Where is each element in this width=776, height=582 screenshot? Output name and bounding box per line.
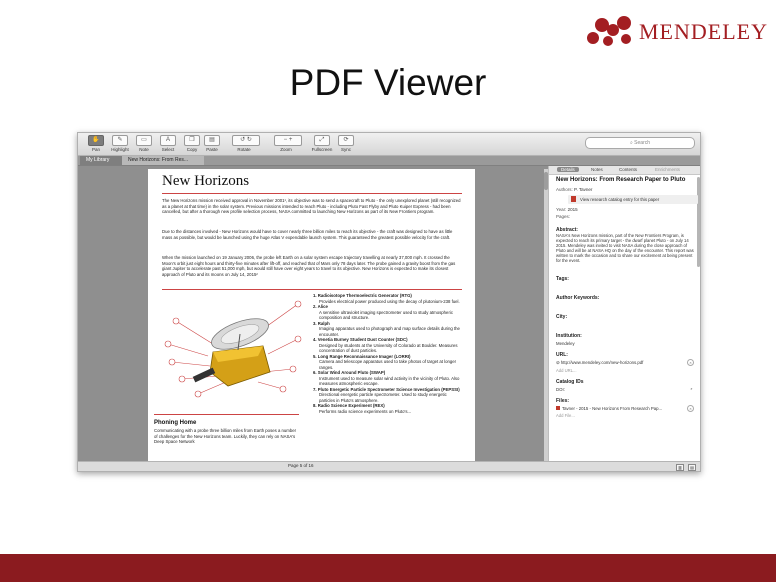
pdf-paragraph: The New Horizons mission received approv… <box>162 198 461 215</box>
text-select-icon: A <box>160 135 176 146</box>
mendeley-wordmark: MENDELEY <box>639 19 768 44</box>
document-tab-bar: My Library New Horizons: From Res... <box>78 156 700 166</box>
url-link[interactable]: http://www.mendeley.com/new-horizons.pdf <box>561 360 644 365</box>
divider <box>162 193 462 194</box>
pdf-page[interactable]: New Horizons The New Horizons mission re… <box>148 169 475 461</box>
year-row: Year: 2015 <box>556 207 578 212</box>
sync-button[interactable]: ⟳ Sync <box>334 135 358 152</box>
abstract-text[interactable]: NASA's New Horizons mission, part of the… <box>556 233 694 264</box>
catalog-ids-label: Catalog IDs <box>556 378 584 385</box>
remove-icon[interactable]: × <box>687 404 694 412</box>
institution-value[interactable]: Mendeley <box>556 341 694 346</box>
hand-icon: ✋ <box>88 135 104 146</box>
tab-details[interactable]: Details <box>557 167 579 172</box>
mendeley-desktop-window: ✋ Pan ✎ Highlight ▭ Note A Select ❐ Copy ▤ Pas… <box>77 132 701 472</box>
pdf-file-icon <box>556 405 560 410</box>
list-item: 8. Radio Science Experiment (REX) Perform… <box>313 403 412 414</box>
file-row: Tavner - 2015 - New Horizons From Resear… <box>556 404 694 412</box>
document-title[interactable]: New Horizons: From Research Paper to Plu… <box>556 177 694 184</box>
details-body: New Horizons: From Research Paper to Plu… <box>556 177 698 418</box>
pdf-heading: New Horizons <box>162 173 250 189</box>
mendeley-logo: MENDELEY <box>587 14 768 50</box>
list-item: 3. Ralph Imaging apparatus used to photog… <box>313 320 460 337</box>
pan-tool-button[interactable]: ✋ Pan <box>84 135 108 152</box>
pages-row[interactable]: Pages: <box>556 214 694 219</box>
zoom-button[interactable]: − + Zoom <box>274 135 302 152</box>
note-tool-button[interactable]: ▭ Note <box>132 135 156 152</box>
authors-value[interactable]: P. Tavner <box>574 187 592 192</box>
pdf-paragraph: When the mission launched on 19 January … <box>162 255 456 277</box>
authors-row: Authors: P. Tavner <box>556 187 593 192</box>
city-label: City: <box>556 313 568 320</box>
tab-notes[interactable]: Notes <box>591 167 603 172</box>
select-tool-button[interactable]: A Select <box>156 135 180 152</box>
highlighter-icon: ✎ <box>112 135 128 146</box>
details-tab-bar: Details Notes Contents Enrichments <box>549 166 700 175</box>
tab-contents[interactable]: Contents <box>619 167 637 172</box>
page-indicator: Page 5 of 16 <box>288 463 314 468</box>
list-item: 4. Venetia Burney Student Dust Counter (… <box>313 337 458 353</box>
file-link[interactable]: Tavner - 2015 - New Horizons From Resear… <box>562 406 662 411</box>
details-panel: Details Notes Contents Enrichments New H… <box>548 166 700 461</box>
panel-toggle-icon[interactable]: ▤ <box>688 464 696 471</box>
list-item: 2. Alice A sensitive ultraviolet imaging … <box>313 304 453 320</box>
fullscreen-icon: ⤢ <box>314 135 330 146</box>
tab-document[interactable]: New Horizons: From Res... <box>122 156 204 165</box>
note-icon: ▭ <box>136 135 152 146</box>
institution-label: Institution: <box>556 332 582 339</box>
rotate-button[interactable]: ↺ ↻ Rotate <box>232 135 260 152</box>
highlight-tool-button[interactable]: ✎ Highlight <box>108 135 132 152</box>
paste-button[interactable]: ▤ Paste <box>200 135 224 152</box>
status-bar: Page 5 of 16 ▥ ▤ <box>78 461 700 471</box>
fullscreen-button[interactable]: ⤢ Fullscreen <box>310 135 334 152</box>
pdf-icon <box>571 196 576 202</box>
slide-title: PDF Viewer <box>289 62 487 103</box>
paste-icon: ▤ <box>204 135 220 146</box>
tab-enrichments[interactable]: Enrichments <box>655 167 680 172</box>
copy-icon: ❐ <box>184 135 200 146</box>
sidebar-box: Phoning Home Communicating with a probe … <box>154 414 299 461</box>
sync-icon: ⟳ <box>338 135 354 146</box>
url-label: URL: <box>556 351 568 358</box>
instrument-list: 1. Radioisotope Thermoelectric Generator… <box>313 293 463 414</box>
list-item: 7. Pluto Energetic Particle Spectrometer… <box>313 386 460 403</box>
pdf-paragraph: Due to the distances involved - New Hori… <box>162 229 453 240</box>
divider <box>162 289 462 290</box>
box-text: Communicating with a probe three billion… <box>154 428 297 444</box>
tags-label: Tags: <box>556 275 569 282</box>
sidebar-toggle-icon[interactable]: ▥ <box>676 464 684 471</box>
url-row: ⊘ http://www.mendeley.com/new-horizons.p… <box>556 358 694 366</box>
rotate-icon: ↺ ↻ <box>232 135 260 146</box>
zoom-icon: − + <box>274 135 302 146</box>
pdf-viewer[interactable]: New Horizons The New Horizons mission re… <box>78 166 548 461</box>
year-value[interactable]: 2015 <box>568 207 578 212</box>
search-input[interactable]: ⌕ Search <box>585 137 695 149</box>
list-item: 5. Long Range Reconnaissance Imager (LOR… <box>313 353 457 370</box>
remove-icon[interactable]: × <box>687 358 694 366</box>
view-catalog-button[interactable]: View research catalog entry for this pap… <box>568 195 698 204</box>
author-keywords-label: Author Keywords: <box>556 294 600 301</box>
files-label: Files: <box>556 397 570 404</box>
add-url-link[interactable]: Add URL... <box>556 368 694 373</box>
tab-my-library[interactable]: My Library <box>80 156 128 165</box>
pdf-toolbar: ✋ Pan ✎ Highlight ▭ Note A Select ❐ Copy ▤ Pas… <box>78 133 700 156</box>
list-item: 6. Solar Wind Around Pluto (SWAP) Instrum… <box>313 370 460 386</box>
details-scrollbar[interactable] <box>697 177 700 267</box>
box-heading: Phoning Home <box>154 420 197 426</box>
footer-bar <box>0 554 776 582</box>
spacecraft-illustration <box>164 300 302 398</box>
mendeley-logo-icon <box>587 14 633 50</box>
search-icon[interactable]: ⌕ <box>689 386 694 391</box>
add-file-link[interactable]: Add File... <box>556 413 694 418</box>
list-item: 1. Radioisotope Thermoelectric Generator… <box>313 293 460 304</box>
doi-row[interactable]: DOI: ⌕ <box>556 386 694 392</box>
